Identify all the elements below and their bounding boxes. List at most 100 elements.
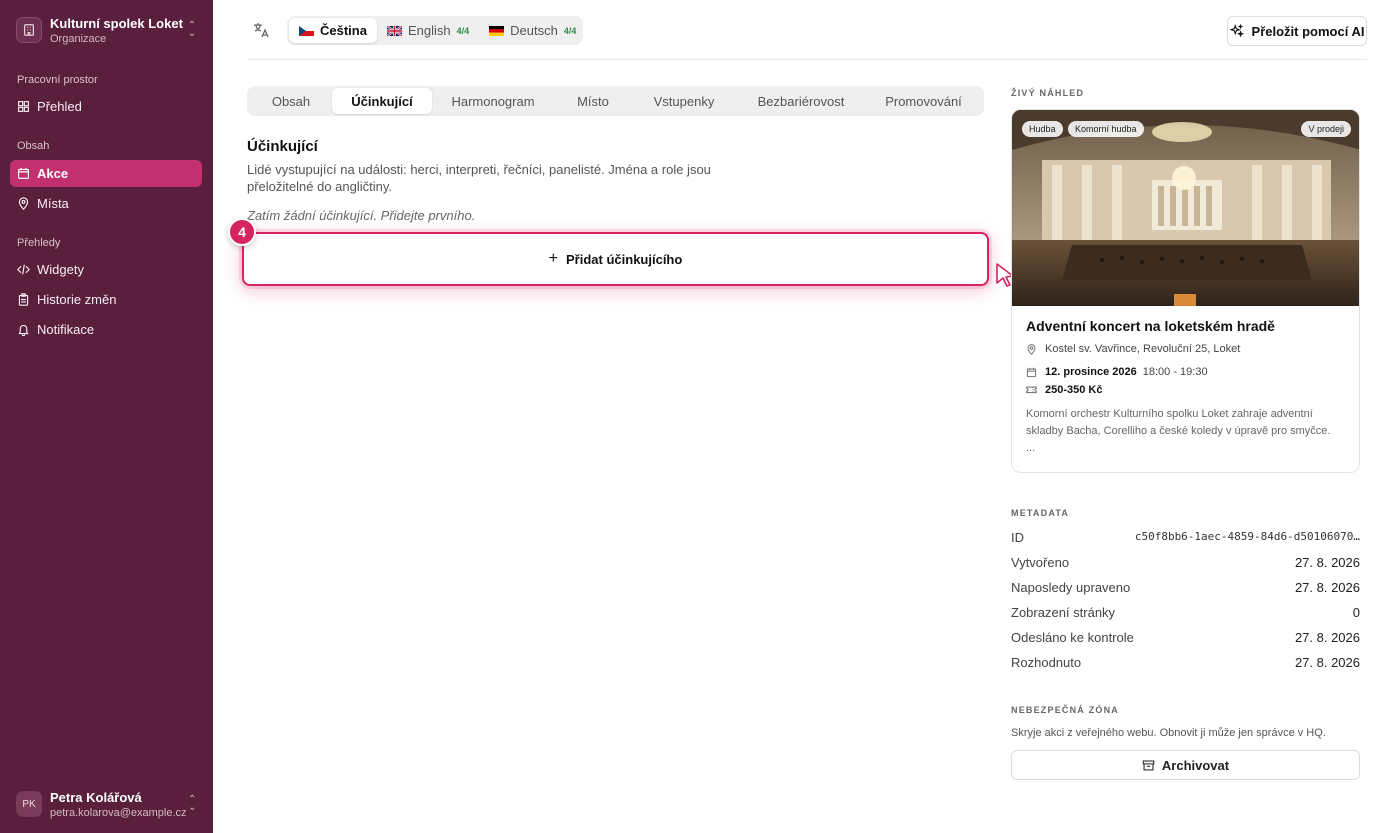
flag-uk-icon: [386, 25, 402, 36]
concert-hall-image: Hudba Komorní hudba V prodeji: [1012, 110, 1359, 306]
tab-content[interactable]: Obsah: [250, 88, 332, 114]
danger-zone-label: NEBEZPEČNÁ ZÓNA: [1011, 705, 1120, 715]
concert-hall-illustration: [1012, 110, 1359, 306]
flag-cz-icon: [299, 25, 314, 36]
meta-row-updated: Naposledy upraveno 27. 8. 2026: [1011, 580, 1360, 595]
nav-section-content: Obsah: [17, 140, 50, 152]
ai-button-label: Přeložit pomocí AI: [1251, 23, 1365, 39]
plus-icon: +: [548, 250, 559, 267]
user-menu[interactable]: PK Petra Kolářová petra.kolarova@example…: [10, 784, 204, 824]
meta-key: Zobrazení stránky: [1011, 605, 1116, 620]
content-tabs: Obsah Účinkující Harmonogram Místo Vstup…: [247, 86, 984, 116]
flag-de-icon: [489, 25, 505, 36]
code-icon: [17, 264, 30, 275]
meta-id-value[interactable]: c50f8bb6-1aec-4859-84d6-d50106070…: [1135, 530, 1360, 545]
event-description: Komorní orchestr Kulturního spolku Loket…: [1026, 408, 1331, 437]
add-performer-label: Přidat účinkujícího: [566, 251, 683, 267]
archive-button-label: Archivovat: [1161, 757, 1230, 773]
meta-value: 27. 8. 2026: [1294, 580, 1360, 595]
meta-key: Vytvořeno: [1011, 555, 1070, 570]
org-switcher[interactable]: Kulturní spolek Loket Organizace ⌃ ⌄: [10, 8, 204, 52]
sidebar-item-label: Widgety: [37, 262, 84, 277]
sidebar-item-history[interactable]: Historie změn: [10, 286, 202, 313]
meta-row-id: ID c50f8bb6-1aec-4859-84d6-d50106070…: [1011, 530, 1360, 545]
map-pin-icon: [18, 197, 29, 210]
meta-value: 0: [1352, 605, 1360, 620]
nav-section-reports: Přehledy: [17, 237, 61, 249]
tab-accessibility[interactable]: Bezbariérovost: [736, 88, 866, 114]
empty-state-text: Zatím žádní účinkující. Přidejte prvního…: [247, 208, 476, 223]
sidebar: Kulturní spolek Loket Organizace ⌃ ⌄ Prac…: [0, 0, 213, 833]
meta-row-decided: Rozhodnuto 27. 8. 2026: [1011, 655, 1360, 670]
lang-label: English: [407, 23, 451, 38]
sidebar-item-notifications[interactable]: Notifikace: [10, 316, 202, 343]
event-description-more: ...: [1026, 442, 1036, 454]
sidebar-item-widgets[interactable]: Widgety: [10, 256, 202, 283]
divider: [247, 59, 1367, 60]
user-name: Petra Kolářová: [50, 789, 142, 805]
sidebar-item-label: Akce: [37, 166, 69, 181]
event-place: Kostel sv. Vavřince, Revoluční 25, Loket: [1045, 343, 1241, 355]
org-name: Kulturní spolek Loket: [50, 15, 183, 31]
lang-tab-de[interactable]: Deutsch 4/4: [479, 18, 586, 43]
tab-tickets[interactable]: Vstupenky: [632, 88, 736, 114]
meta-value: 27. 8. 2026: [1294, 555, 1360, 570]
event-title: Adventní koncert na loketském hradě: [1026, 318, 1275, 334]
avatar: PK: [16, 791, 42, 817]
meta-key: Naposledy upraveno: [1011, 580, 1131, 595]
section-title: Účinkující: [247, 138, 318, 155]
danger-zone-description: Skryje akci z veřejného webu. Obnovit ji…: [1011, 727, 1326, 739]
sidebar-item-label: Historie změn: [37, 292, 117, 307]
chevron-up-down-icon: ⌃ ⌄: [188, 794, 197, 813]
sidebar-item-label: Přehled: [37, 99, 82, 114]
chevron-up-down-icon: ⌃ ⌄: [187, 20, 197, 39]
ticket-icon: [1026, 386, 1037, 393]
tag-chip-music: Hudba: [1022, 121, 1063, 137]
sidebar-item-overview[interactable]: Přehled: [10, 93, 202, 120]
clipboard-icon: [18, 293, 29, 306]
tab-promotion[interactable]: Promovování: [866, 88, 981, 114]
tab-schedule[interactable]: Harmonogram: [432, 88, 554, 114]
metadata-label: METADATA: [1011, 508, 1070, 518]
tag-chip-chamber: Komorní hudba: [1068, 121, 1144, 137]
meta-row-submitted: Odesláno ke kontrole 27. 8. 2026: [1011, 630, 1360, 645]
translation-count-badge: 4/4: [456, 25, 470, 36]
lang-label: Čeština: [320, 23, 367, 38]
language-tabs: Čeština English 4/4 Deutsch 4/4: [287, 16, 583, 45]
user-email: petra.kolarova@example.cz: [50, 806, 187, 819]
sidebar-item-label: Notifikace: [37, 322, 95, 337]
event-price: 250-350 Kč: [1045, 384, 1103, 396]
tab-performers[interactable]: Účinkující: [332, 88, 432, 114]
step-badge: 4: [228, 218, 256, 246]
tab-place[interactable]: Místo: [554, 88, 632, 114]
translate-ai-button[interactable]: Přeložit pomocí AI: [1227, 16, 1367, 46]
add-performer-button[interactable]: + Přidat účinkujícího: [242, 232, 989, 286]
status-badge: V prodeji: [1301, 121, 1351, 137]
sidebar-item-places[interactable]: Místa: [10, 190, 202, 217]
translate-icon: [254, 23, 269, 38]
meta-value: 27. 8. 2026: [1294, 655, 1360, 670]
lang-tab-cs[interactable]: Čeština: [289, 18, 377, 43]
map-pin-icon: [1027, 343, 1036, 355]
meta-row-views: Zobrazení stránky 0: [1011, 605, 1360, 620]
calendar-icon: [18, 167, 29, 179]
event-preview-card: Hudba Komorní hudba V prodeji Adventní k…: [1011, 109, 1360, 473]
bell-icon: [18, 324, 29, 336]
sidebar-item-label: Místa: [37, 196, 69, 211]
archive-button[interactable]: Archivovat: [1011, 750, 1360, 780]
sparkles-icon: [1229, 24, 1244, 38]
translation-count-badge: 4/4: [563, 25, 577, 36]
archive-icon: [1142, 759, 1155, 771]
meta-value: 27. 8. 2026: [1294, 630, 1360, 645]
org-subtitle: Organizace: [50, 32, 107, 45]
grid-icon: [18, 101, 29, 112]
meta-key: ID: [1011, 530, 1024, 545]
nav-section-workspace: Pracovní prostor: [17, 74, 98, 86]
meta-key: Odesláno ke kontrole: [1011, 630, 1134, 645]
lang-tab-en[interactable]: English 4/4: [377, 18, 479, 43]
lang-label: Deutsch: [510, 23, 558, 38]
event-time: 18:00 - 19:30: [1142, 366, 1208, 378]
event-date: 12. prosince 2026: [1045, 366, 1137, 378]
section-description: Lidé vystupující na události: herci, int…: [247, 162, 711, 194]
sidebar-item-events[interactable]: Akce: [10, 160, 202, 187]
